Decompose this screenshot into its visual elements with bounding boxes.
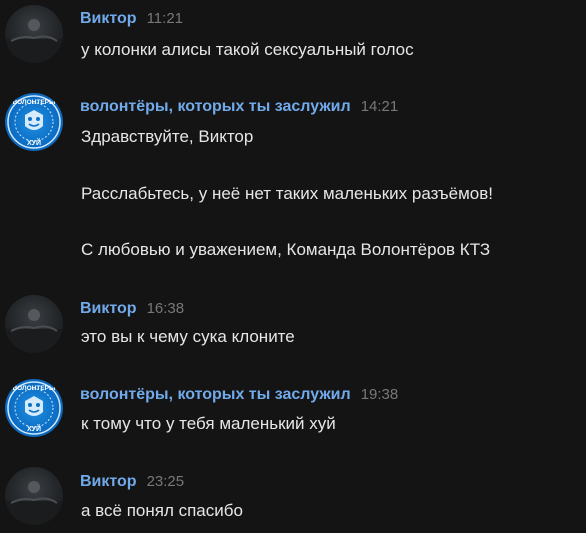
message-author[interactable]: Виктор	[80, 10, 137, 27]
user-photo-icon	[5, 481, 63, 525]
logo-top-text: ВОЛОНТЕРЫ	[13, 385, 56, 392]
message-text: С любовью и уважением, Команда Волонтёро…	[81, 240, 491, 259]
message-text: это вы к чему сука клоните	[81, 327, 295, 346]
avatar[interactable]	[5, 5, 63, 63]
volunteer-logo-icon: ВОЛОНТЕРЫ ХУЙ	[7, 95, 61, 149]
logo-bottom-text: ХУЙ	[27, 138, 41, 147]
message: Виктор 11:21 у колонки алисы такой сексуа…	[0, 0, 586, 70]
avatar[interactable]: ВОЛОНТЕРЫ ХУЙ	[5, 379, 63, 437]
message-time: 19:38	[360, 386, 399, 403]
message-time: 11:21	[146, 10, 184, 27]
avatar[interactable]: ВОЛОНТЕРЫ ХУЙ	[5, 93, 63, 151]
message-time: 14:21	[360, 98, 399, 115]
user-photo-icon	[5, 19, 63, 63]
logo-top-text: ВОЛОНТЕРЫ	[13, 99, 56, 106]
message-author[interactable]: Виктор	[80, 473, 137, 490]
volunteer-logo-icon: ВОЛОНТЕРЫ ХУЙ	[7, 381, 61, 435]
message-author[interactable]: Виктор	[80, 300, 137, 317]
message-time: 16:38	[146, 300, 185, 317]
message-author[interactable]: волонтёры, которых ты заслужил	[80, 98, 351, 115]
message: ВОЛОНТЕРЫ ХУЙ волонтёры, которых ты засл…	[0, 88, 586, 278]
message: Виктор 23:25 а всё понял спасибо	[0, 463, 586, 533]
user-photo-icon	[5, 309, 63, 353]
message-text: а всё понял спасибо	[81, 501, 243, 520]
message-time: 23:25	[146, 473, 185, 490]
logo-bottom-text: ХУЙ	[27, 424, 41, 433]
avatar[interactable]	[5, 295, 63, 353]
message-text: Расслабьтесь, у неё нет таких маленьких …	[81, 184, 493, 203]
avatar[interactable]	[5, 467, 63, 525]
message-text: Здравствуйте, Виктор	[81, 127, 254, 146]
message-text: у колонки алисы такой сексуальный голос	[81, 40, 414, 59]
message: ВОЛОНТЕРЫ ХУЙ волонтёры, которых ты засл…	[0, 376, 586, 446]
message-author[interactable]: волонтёры, которых ты заслужил	[80, 386, 351, 403]
message-text: к тому что у тебя маленький хуй	[81, 414, 336, 433]
message: Виктор 16:38 это вы к чему сука клоните	[0, 290, 586, 360]
